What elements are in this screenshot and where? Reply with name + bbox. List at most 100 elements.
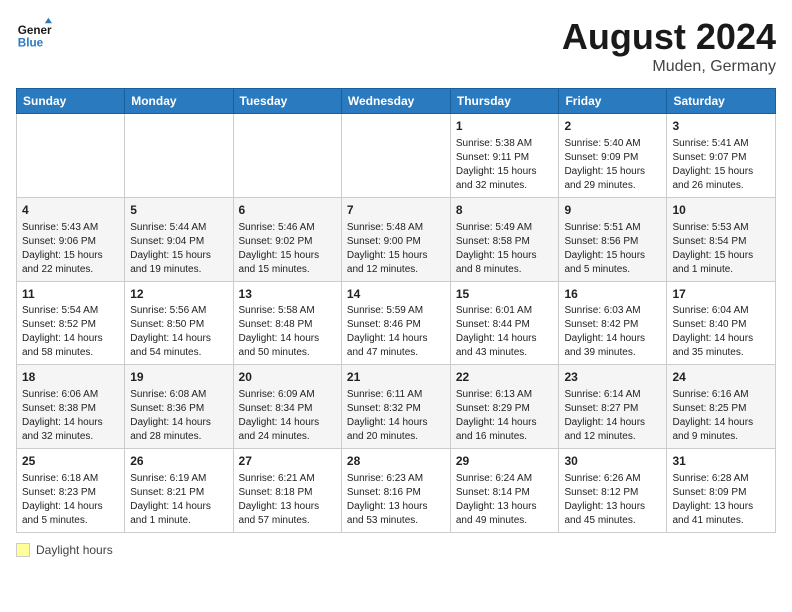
calendar-day-header: Sunday [17,89,125,114]
calendar-day-cell: 5Sunrise: 5:44 AM Sunset: 9:04 PM Daylig… [125,197,233,281]
calendar-day-cell: 9Sunrise: 5:51 AM Sunset: 8:56 PM Daylig… [559,197,667,281]
calendar-day-header: Friday [559,89,667,114]
day-number: 26 [130,453,227,470]
day-number: 21 [347,369,445,386]
calendar-day-cell: 23Sunrise: 6:14 AM Sunset: 8:27 PM Dayli… [559,365,667,449]
day-number: 7 [347,202,445,219]
day-info: Sunrise: 5:56 AM Sunset: 8:50 PM Dayligh… [130,304,227,360]
calendar-day-cell: 24 Sunrise: 6:16 AM Sunset: 8:25 PM Dayli… [667,365,776,449]
day-number: 15 [456,286,554,303]
day-number: 29 [456,453,554,470]
svg-text:General: General [18,24,52,37]
day-info: Sunrise: 6:26 AM Sunset: 8:12 PM Dayligh… [564,472,661,528]
day-number: 16 [564,286,661,303]
calendar-day-cell: 3 Sunrise: 5:41 AM Sunset: 9:07 PM Daylig… [667,114,776,198]
calendar-table: SundayMondayTuesdayWednesdayThursdayFrid… [16,88,776,533]
day-info: Sunrise: 6:13 AM Sunset: 8:29 PM Dayligh… [456,388,554,444]
day-number: 24 [672,369,770,386]
logo-icon: General Blue [16,16,52,52]
calendar-day-cell: 16Sunrise: 6:03 AM Sunset: 8:42 PM Dayli… [559,281,667,365]
day-number: 13 [239,286,336,303]
calendar-day-cell: 21 Sunrise: 6:11 AM Sunset: 8:32 PM Dayli… [341,365,450,449]
day-number: 14 [347,286,445,303]
calendar-day-cell: 14Sunrise: 5:59 AM Sunset: 8:46 PM Dayli… [341,281,450,365]
calendar-day-cell: 28Sunrise: 6:23 AM Sunset: 8:16 PM Dayli… [341,449,450,533]
calendar-day-cell: 11Sunrise: 5:54 AM Sunset: 8:52 PM Dayli… [17,281,125,365]
day-number: 18 [22,369,119,386]
legend-box [16,543,30,557]
calendar-day-cell: 6Sunrise: 5:46 AM Sunset: 9:02 PM Daylig… [233,197,341,281]
title-block: August 2024 Muden, Germany [562,16,776,76]
day-info: Sunrise: 6:06 AM Sunset: 8:38 PM Dayligh… [22,388,119,444]
calendar-day-cell: 4Sunrise: 5:43 AM Sunset: 9:06 PM Daylig… [17,197,125,281]
location-title: Muden, Germany [562,58,776,76]
day-number: 3 [672,118,770,135]
calendar-week-row: 18 Sunrise: 6:06 AM Sunset: 8:38 PM Dayli… [17,365,776,449]
day-number: 12 [130,286,227,303]
day-info: Sunrise: 6:03 AM Sunset: 8:42 PM Dayligh… [564,304,661,360]
calendar-day-cell: 20Sunrise: 6:09 AM Sunset: 8:34 PM Dayli… [233,365,341,449]
day-info: Sunrise: 5:40 AM Sunset: 9:09 PM Dayligh… [564,137,661,193]
calendar-day-header: Tuesday [233,89,341,114]
calendar-day-cell: 15Sunrise: 6:01 AM Sunset: 8:44 PM Dayli… [450,281,559,365]
day-number: 23 [564,369,661,386]
day-info: Sunrise: 5:51 AM Sunset: 8:56 PM Dayligh… [564,221,661,277]
day-info: Sunrise: 5:49 AM Sunset: 8:58 PM Dayligh… [456,221,554,277]
legend-label: Daylight hours [36,543,113,557]
day-number: 17 [672,286,770,303]
day-info: Sunrise: 5:38 AM Sunset: 9:11 PM Dayligh… [456,137,554,193]
day-info: Sunrise: 6:21 AM Sunset: 8:18 PM Dayligh… [239,472,336,528]
day-number: 22 [456,369,554,386]
logo: General Blue [16,16,52,52]
calendar-day-header: Saturday [667,89,776,114]
month-year-title: August 2024 [562,16,776,58]
calendar-day-cell: 19 Sunrise: 6:08 AM Sunset: 8:36 PM Dayli… [125,365,233,449]
day-number: 19 [130,369,227,386]
calendar-day-cell [17,114,125,198]
day-number: 25 [22,453,119,470]
calendar-day-cell: 30 Sunrise: 6:26 AM Sunset: 8:12 PM Dayli… [559,449,667,533]
calendar-week-row: 25 Sunrise: 6:18 AM Sunset: 8:23 PM Dayli… [17,449,776,533]
calendar-day-cell [233,114,341,198]
day-info: Sunrise: 6:19 AM Sunset: 8:21 PM Dayligh… [130,472,227,528]
calendar-day-cell: 13Sunrise: 5:58 AM Sunset: 8:48 PM Dayli… [233,281,341,365]
day-info: Sunrise: 5:48 AM Sunset: 9:00 PM Dayligh… [347,221,445,277]
day-info: Sunrise: 6:28 AM Sunset: 8:09 PM Dayligh… [672,472,770,528]
calendar-day-cell: 26 Sunrise: 6:19 AM Sunset: 8:21 PM Dayli… [125,449,233,533]
day-number: 6 [239,202,336,219]
day-info: Sunrise: 5:54 AM Sunset: 8:52 PM Dayligh… [22,304,119,360]
calendar-day-cell: 29 Sunrise: 6:24 AM Sunset: 8:14 PM Dayli… [450,449,559,533]
calendar-header-row: SundayMondayTuesdayWednesdayThursdayFrid… [17,89,776,114]
day-info: Sunrise: 5:59 AM Sunset: 8:46 PM Dayligh… [347,304,445,360]
calendar-day-cell: 8 Sunrise: 5:49 AM Sunset: 8:58 PM Daylig… [450,197,559,281]
day-info: Sunrise: 6:09 AM Sunset: 8:34 PM Dayligh… [239,388,336,444]
calendar-day-header: Thursday [450,89,559,114]
day-number: 1 [456,118,554,135]
day-info: Sunrise: 6:08 AM Sunset: 8:36 PM Dayligh… [130,388,227,444]
legend: Daylight hours [16,543,776,557]
calendar-day-header: Monday [125,89,233,114]
calendar-day-cell: 17Sunrise: 6:04 AM Sunset: 8:40 PM Dayli… [667,281,776,365]
day-info: Sunrise: 6:11 AM Sunset: 8:32 PM Dayligh… [347,388,445,444]
day-info: Sunrise: 6:18 AM Sunset: 8:23 PM Dayligh… [22,472,119,528]
day-info: Sunrise: 6:01 AM Sunset: 8:44 PM Dayligh… [456,304,554,360]
day-info: Sunrise: 5:43 AM Sunset: 9:06 PM Dayligh… [22,221,119,277]
calendar-day-cell: 18 Sunrise: 6:06 AM Sunset: 8:38 PM Dayli… [17,365,125,449]
calendar-day-cell: 31Sunrise: 6:28 AM Sunset: 8:09 PM Dayli… [667,449,776,533]
day-number: 10 [672,202,770,219]
day-number: 30 [564,453,661,470]
calendar-week-row: 1 Sunrise: 5:38 AM Sunset: 9:11 PM Daylig… [17,114,776,198]
calendar-day-cell: 25 Sunrise: 6:18 AM Sunset: 8:23 PM Dayli… [17,449,125,533]
calendar-day-cell: 10Sunrise: 5:53 AM Sunset: 8:54 PM Dayli… [667,197,776,281]
day-info: Sunrise: 6:24 AM Sunset: 8:14 PM Dayligh… [456,472,554,528]
day-info: Sunrise: 5:41 AM Sunset: 9:07 PM Dayligh… [672,137,770,193]
calendar-day-cell: 12Sunrise: 5:56 AM Sunset: 8:50 PM Dayli… [125,281,233,365]
svg-text:Blue: Blue [18,37,44,50]
page-header: General Blue August 2024 Muden, Germany [16,16,776,76]
calendar-day-cell: 7 Sunrise: 5:48 AM Sunset: 9:00 PM Daylig… [341,197,450,281]
day-number: 8 [456,202,554,219]
calendar-day-cell [341,114,450,198]
day-number: 28 [347,453,445,470]
calendar-day-cell: 1 Sunrise: 5:38 AM Sunset: 9:11 PM Daylig… [450,114,559,198]
day-info: Sunrise: 6:16 AM Sunset: 8:25 PM Dayligh… [672,388,770,444]
